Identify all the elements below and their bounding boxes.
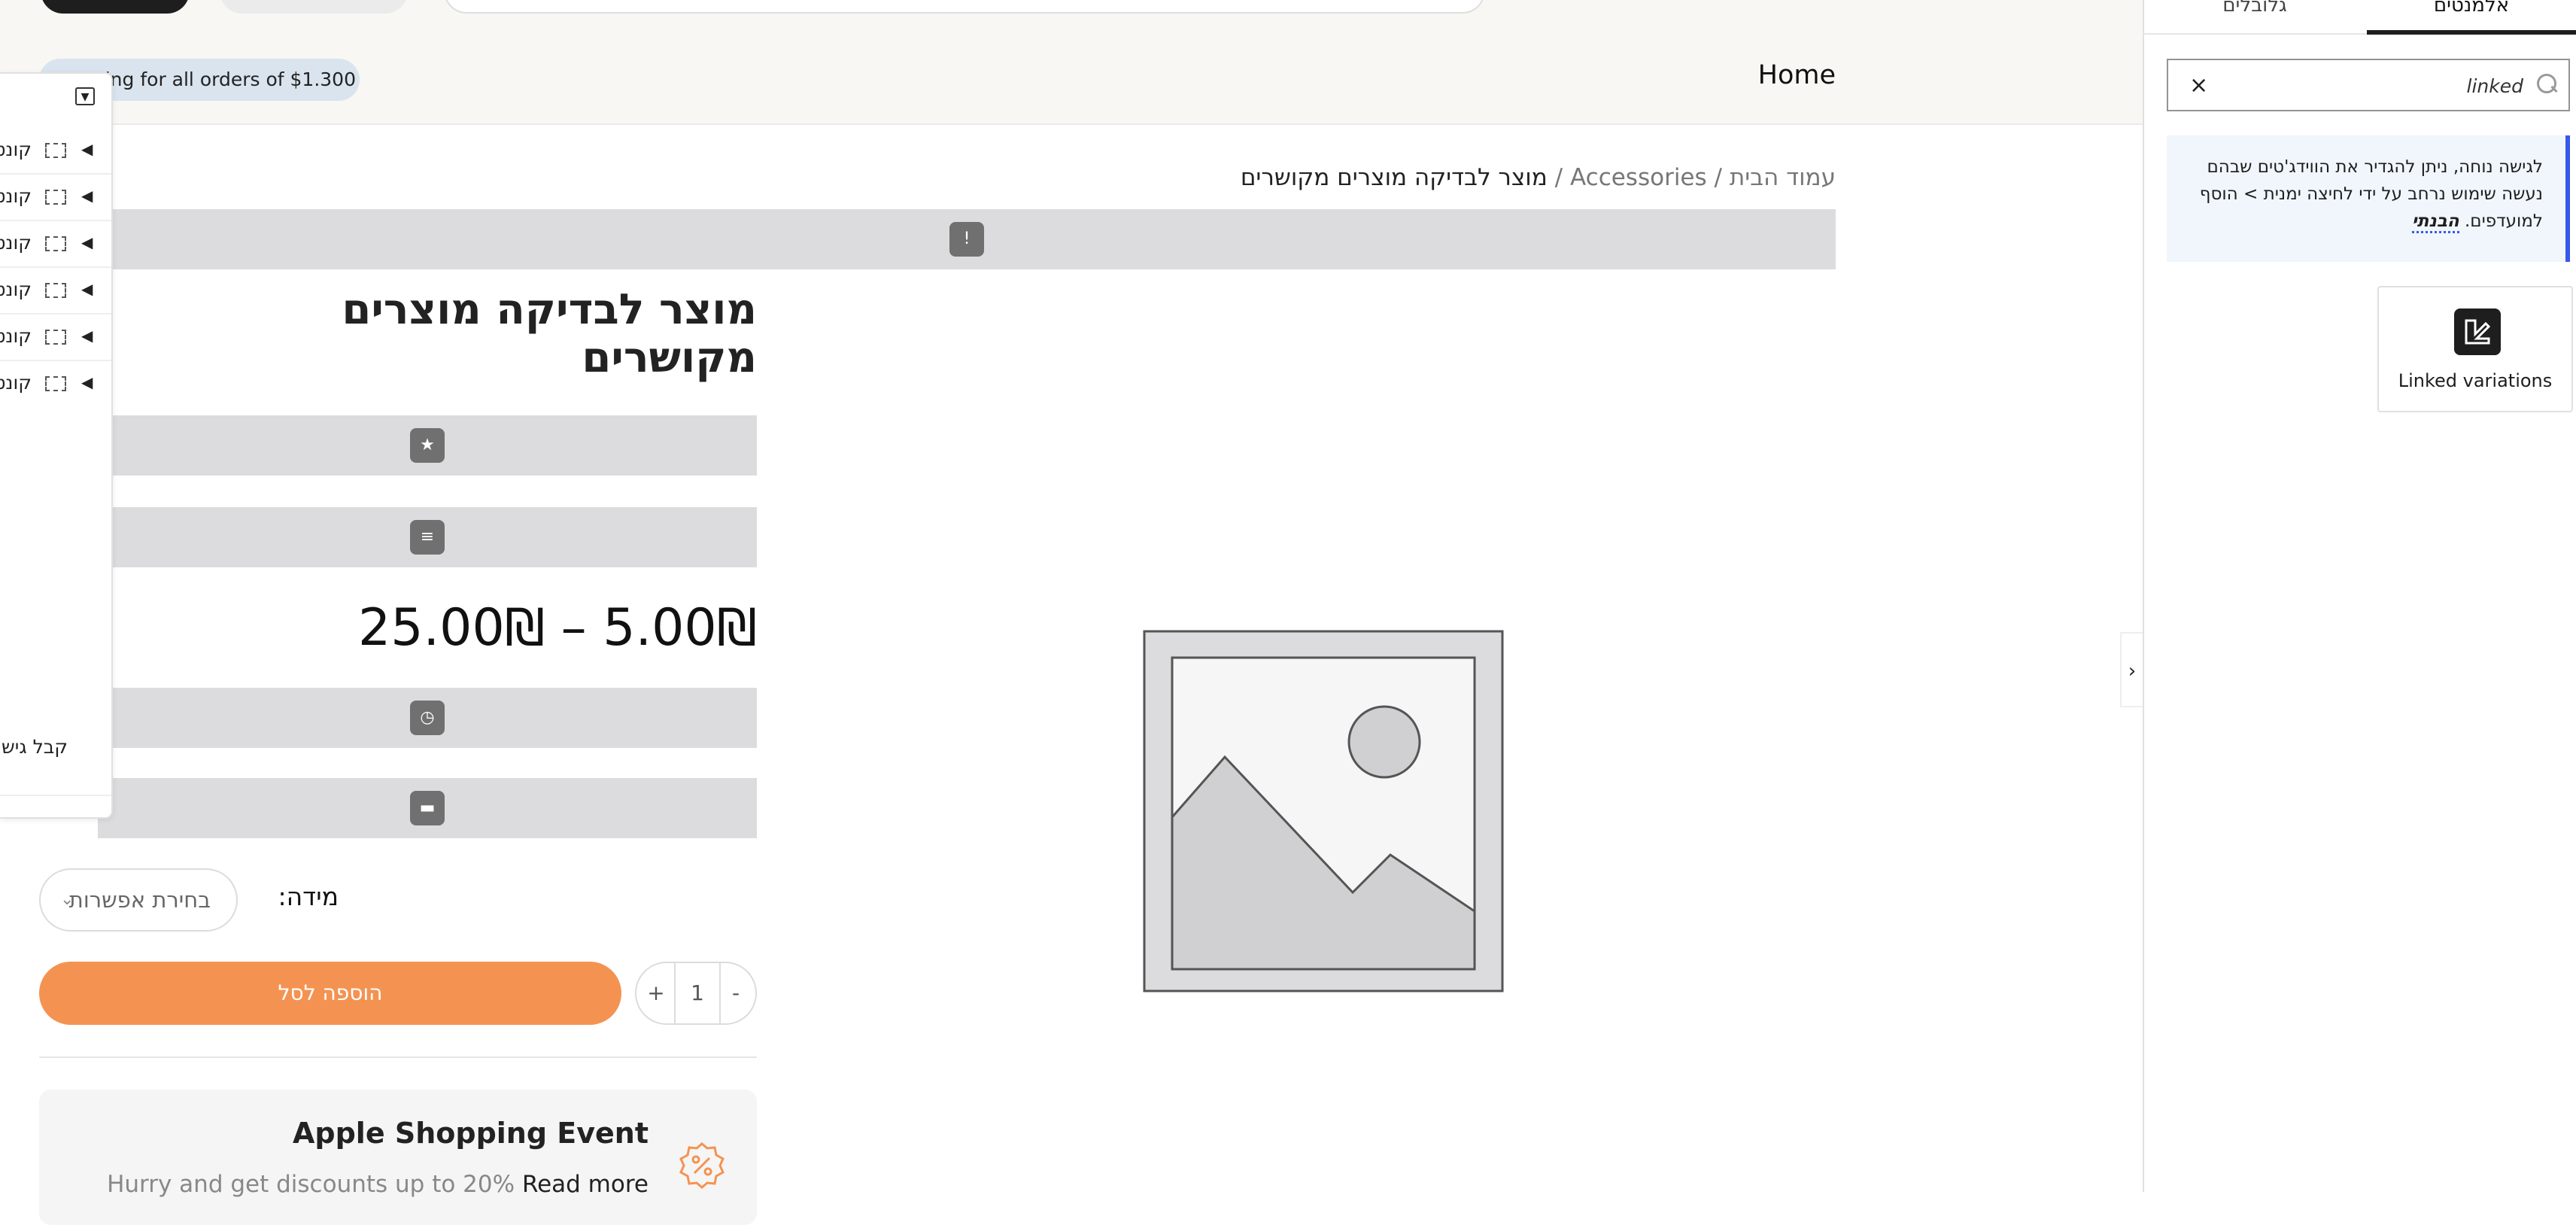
breadcrumb-current: מוצר לבדיקה מוצרים מקושרים: [1240, 164, 1548, 191]
caret-left-icon[interactable]: ◀: [81, 280, 93, 298]
widget-search-input[interactable]: × linked: [2167, 59, 2570, 111]
chevron-down-icon: ⌄: [60, 890, 74, 909]
navigator-row[interactable]: קונטיינר ◀: [0, 313, 111, 361]
discount-badge-icon: [679, 1142, 724, 1189]
navigator-row-label: קונטיינר: [0, 325, 32, 347]
quantity-input[interactable]: 1: [674, 963, 721, 1023]
navigator-footer-link[interactable]: קבל גישה: [0, 736, 68, 758]
product-price: 25.00₪ – 5.00₪: [358, 598, 757, 658]
cart-clock-icon: ◷: [410, 701, 445, 735]
navigator-row[interactable]: קונטיינר ◀: [0, 266, 111, 315]
quantity-stepper[interactable]: + 1 -: [635, 962, 757, 1025]
promo-text: Hurry and get discounts up to 20% Read m…: [90, 1171, 649, 1198]
cart-bar-icon: ▬: [410, 791, 445, 825]
navigator-row-label: קונטיינר: [0, 138, 32, 160]
caret-left-icon[interactable]: ◀: [81, 233, 93, 251]
breadcrumb-home[interactable]: עמוד הבית: [1730, 164, 1836, 191]
panel-collapse-icon[interactable]: ›: [2120, 632, 2143, 707]
container-icon: [45, 190, 66, 205]
promo-body: Hurry and get discounts up to 20%: [107, 1171, 522, 1198]
quantity-minus-button[interactable]: -: [719, 963, 752, 1023]
caret-left-icon[interactable]: ◀: [81, 140, 93, 158]
navigator-row[interactable]: קונטיינר ◀: [0, 126, 111, 175]
navigator-row[interactable]: קונטיינר ◀: [0, 173, 111, 221]
favorites-notice: לגישה נוחה, ניתן להגדיר את הווידג'טים שב…: [2167, 135, 2570, 262]
container-icon: [45, 330, 66, 345]
cart-text-icon: ≡: [410, 520, 445, 555]
search-input-value: linked: [2466, 75, 2523, 97]
navigator-row-label: קונטיינר: [0, 232, 32, 254]
caret-left-icon[interactable]: ◀: [81, 373, 93, 391]
home-link[interactable]: Home: [1678, 60, 1836, 98]
navigator-row-label: קונטיינר: [0, 185, 32, 207]
widget-placeholder-rating[interactable]: ★: [98, 415, 757, 476]
widget-linked-variations[interactable]: Linked variations: [2377, 286, 2573, 412]
navigator-row[interactable]: קונטיינר ◀: [0, 360, 111, 406]
navigator-row-label: קונטיינר: [0, 278, 32, 300]
caret-left-icon[interactable]: ◀: [81, 187, 93, 205]
product-title: מוצר לבדיקה מוצרים מקושרים: [342, 285, 757, 382]
container-icon: [45, 236, 66, 251]
header-light-button[interactable]: [220, 0, 408, 14]
header-search-input[interactable]: [444, 0, 1485, 14]
breadcrumb-separator: /: [1554, 164, 1563, 191]
container-icon: [45, 376, 66, 391]
size-label: מידה:: [278, 882, 339, 911]
breadcrumb-category[interactable]: Accessories: [1570, 164, 1707, 191]
container-icon: [45, 283, 66, 298]
navigator-collapse-icon[interactable]: ▼: [75, 87, 95, 105]
navigator-row-label: קונטיינר: [0, 372, 32, 394]
tab-elements[interactable]: אלמנטים: [2367, 0, 2576, 35]
product-image-placeholder: [1143, 630, 1504, 992]
widget-placeholder-description[interactable]: ≡: [98, 507, 757, 567]
navigator-panel: ▼ קונטיינר ◀ קונטיינר ◀ קונטיינר ◀ קונטי…: [0, 72, 113, 819]
promo-title: Apple Shopping Event: [293, 1117, 649, 1150]
navigator-row[interactable]: קונטיינר ◀: [0, 220, 111, 268]
clear-icon[interactable]: ×: [2189, 72, 2208, 99]
divider: [39, 1056, 757, 1058]
caret-left-icon[interactable]: ◀: [81, 327, 93, 345]
widget-placeholder-stock[interactable]: ▬: [98, 778, 757, 838]
cart-stars-icon: ★: [410, 428, 445, 463]
size-select-value: בחירת אפשרות: [68, 887, 211, 913]
add-to-cart-button[interactable]: הוספה לסל: [39, 962, 621, 1025]
widget-placeholder-notice[interactable]: !: [98, 209, 1836, 269]
notice-text: לגישה נוחה, ניתן להגדיר את הווידג'טים שב…: [2199, 157, 2543, 231]
promo-box: [39, 1090, 757, 1225]
tab-globals[interactable]: גלובלים: [2143, 0, 2367, 35]
quantity-plus-button[interactable]: +: [639, 963, 673, 1023]
search-icon: [2537, 74, 2556, 93]
container-icon: [45, 143, 66, 158]
notice-dismiss-link[interactable]: הבנתי: [2411, 211, 2459, 233]
size-select[interactable]: בחירת אפשרות ⌄: [39, 868, 238, 932]
breadcrumb: עמוד הבית / Accessories / מוצר לבדיקה מו…: [1189, 158, 1836, 197]
widget-placeholder-history[interactable]: ◷: [98, 688, 757, 748]
breadcrumb-separator: /: [1714, 164, 1722, 191]
header-dark-button[interactable]: [41, 0, 190, 14]
linked-variations-icon: [2454, 309, 2501, 355]
cart-alert-icon: !: [949, 222, 984, 257]
read-more-link[interactable]: Read more: [522, 1171, 649, 1198]
divider: [0, 795, 111, 796]
widget-label: Linked variations: [2398, 370, 2553, 391]
